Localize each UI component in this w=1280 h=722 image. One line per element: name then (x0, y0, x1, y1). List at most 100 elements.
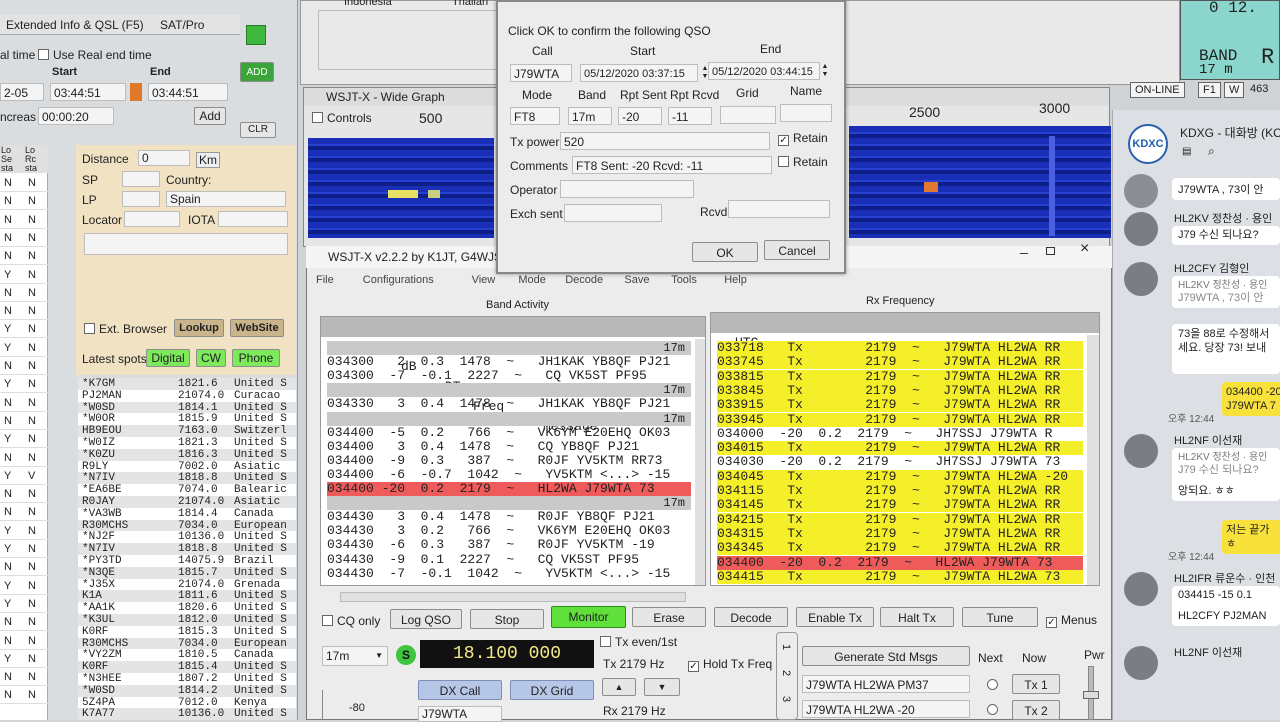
start-time-field[interactable]: 03:44:51 (50, 83, 126, 101)
band-scrollbar[interactable] (695, 339, 705, 585)
rx-scrollbar[interactable] (1087, 335, 1099, 585)
status-row[interactable]: NN (0, 303, 48, 321)
tab-3[interactable]: 3 (780, 696, 792, 702)
rx-decode-row[interactable]: 034400 -20 0.2 2179 ~ HL2WA J79WTA 73 (717, 555, 1083, 570)
rx-decode-row[interactable]: 034215 Tx 2179 ~ J79WTA HL2WA RR (717, 512, 1083, 527)
status-row[interactable]: NN (0, 450, 48, 467)
minimize-icon[interactable]: _ (1020, 238, 1028, 254)
spot-row[interactable]: *PY3TD 14075.9 Brazil (78, 555, 296, 567)
spot-row[interactable]: K7A77 10136.0 United S (78, 708, 296, 720)
menu-help[interactable]: Help (724, 274, 747, 286)
spot-row[interactable]: K0RF 1815.3 United S (78, 625, 296, 638)
band-field[interactable]: 17m (568, 107, 612, 125)
menu-decode[interactable]: Decode (565, 274, 603, 286)
decode-row[interactable]: 034400 -9 0.3 387 ~ R0JF YV5KTM RR73 (327, 454, 691, 468)
status-row[interactable]: YN (0, 376, 48, 394)
status-row[interactable]: YN (0, 651, 48, 668)
add-green-button[interactable]: ADD (240, 62, 274, 82)
status-row[interactable]: NN (0, 669, 48, 687)
status-row[interactable]: NN (0, 687, 48, 705)
menu-tools[interactable]: Tools (671, 274, 697, 286)
ext-browser-checkbox[interactable] (84, 323, 95, 334)
tab-sat-pro[interactable]: SAT/Pro (160, 18, 204, 32)
comments-field[interactable]: FT8 Sent: -20 Rcvd: -11 (572, 156, 772, 174)
tab-1[interactable]: 1 (780, 644, 792, 650)
spot-row[interactable]: *K7GM 1821.6 United S (78, 378, 296, 390)
decode-row[interactable]: 034400 -20 0.2 2179 ~ HL2WA J79WTA 73 (327, 482, 691, 496)
menu-configurations[interactable]: Configurations (363, 274, 434, 286)
menus-checkbox[interactable] (1046, 617, 1057, 628)
decode-row[interactable]: 034400 3 0.4 1478 ~ CQ YB8QF PJ21 (327, 440, 691, 454)
spot-row[interactable]: *NJ2F 10136.0 United S (78, 531, 296, 544)
retain-comments-label[interactable]: Retain (778, 155, 828, 169)
rcvd-field[interactable] (728, 200, 830, 218)
spot-row[interactable]: K1A 1811.6 United S (78, 590, 296, 603)
maximize-icon[interactable] (1046, 247, 1055, 255)
band-select[interactable]: 17m ▼ (322, 646, 388, 666)
rx-decode-row[interactable]: 034315 Tx 2179 ~ J79WTA HL2WA RR (717, 526, 1083, 541)
end-time-field[interactable]: 03:44:51 (148, 83, 228, 101)
tx1-button[interactable]: Tx 1 (1012, 674, 1060, 694)
tx2-message[interactable]: J79WTA HL2WA -20 (802, 700, 970, 718)
rx-decode-row[interactable]: 033845 Tx 2179 ~ J79WTA HL2WA RR (717, 383, 1083, 398)
decode-row[interactable]: 034400 -6 -0.7 1042 ~ YV5KTM <...> -15 (327, 468, 691, 482)
spot-row[interactable]: *W0IZ 1821.3 United S (78, 437, 296, 449)
tx2-button[interactable]: Tx 2 (1012, 700, 1060, 720)
call-field[interactable]: J79WTA (510, 64, 572, 82)
rx-decode-row[interactable]: 034045 Tx 2179 ~ J79WTA HL2WA -20 (717, 469, 1083, 484)
cq-only-label[interactable]: CQ only (322, 614, 380, 628)
status-row[interactable]: NN (0, 486, 48, 504)
use-real-end-checkbox[interactable] (38, 49, 49, 60)
spot-row[interactable]: *W0SD 1814.2 United S (78, 684, 296, 697)
menu-view[interactable]: View (472, 274, 496, 286)
decode-row[interactable]: 034300 -7 -0.1 2227 ~ CQ VK5ST PF95 (327, 369, 691, 383)
sp-field[interactable] (122, 171, 160, 187)
rx-decode-row[interactable]: 034415 Tx 2179 ~ J79WTA HL2WA 73 (717, 569, 1083, 584)
spot-row[interactable]: R30MCHS 7034.0 European (78, 519, 296, 532)
locator-field[interactable] (124, 211, 180, 227)
ext-browser-label[interactable]: Ext. Browser (84, 322, 167, 336)
pwr-slider-handle[interactable] (1083, 691, 1099, 699)
notes-field[interactable] (84, 233, 288, 255)
erase-button[interactable]: Erase (632, 607, 706, 627)
rx-hz-field[interactable]: Rx 2179 Hz (600, 702, 696, 720)
status-row[interactable]: NN (0, 633, 48, 650)
rpt-sent-field[interactable]: -20 (618, 107, 662, 125)
tx-hz-field[interactable]: Tx 2179 Hz (600, 655, 680, 673)
use-real-end-label[interactable]: Use Real end time (38, 48, 152, 62)
status-row[interactable]: NN (0, 614, 48, 632)
spot-row[interactable]: *J35X 21074.0 Grenada (78, 578, 296, 591)
retain-power-label[interactable]: Retain (778, 131, 828, 146)
spot-row[interactable]: R0JAY 21074.0 Asiatic (78, 496, 296, 508)
status-row[interactable]: YV (0, 468, 48, 485)
arrow-up-button[interactable]: ▲ (602, 678, 636, 696)
status-row[interactable]: NN (0, 413, 48, 430)
menu-save[interactable]: Save (624, 274, 649, 286)
cq-only-checkbox[interactable] (322, 615, 333, 626)
status-row[interactable]: YN (0, 321, 48, 339)
halt-tx-button[interactable]: Halt Tx (880, 607, 954, 627)
search-icon[interactable]: ⌕ (1208, 144, 1215, 159)
spot-row[interactable]: *K3UL 1812.0 United S (78, 614, 296, 626)
status-row[interactable]: NN (0, 230, 48, 247)
lookup-button[interactable]: Lookup (174, 319, 224, 337)
controls-label[interactable]: Controls (312, 111, 372, 125)
rx-decode-row[interactable]: 034030 -20 0.2 2179 ~ JH7SSJ J79WTA 73 (717, 455, 1083, 470)
tab-extended-info[interactable]: Extended Info & QSL (F5) (6, 18, 144, 32)
decode-row[interactable]: 034400 -5 0.2 766 ~ VK6YM E20EHQ OK03 (327, 426, 691, 440)
enable-tx-button[interactable]: Enable Tx (796, 607, 874, 627)
increase-field[interactable]: 00:00:20 (38, 107, 114, 125)
rx-decode-row[interactable]: 033815 Tx 2179 ~ J79WTA HL2WA RR (717, 369, 1083, 384)
status-row[interactable]: NN (0, 175, 48, 192)
spot-row[interactable]: 5Z4PA 7012.0 Kenya (78, 696, 296, 709)
end-spinner[interactable]: ▲ ▼ (820, 63, 830, 79)
spot-row[interactable]: *N7IV 1818.8 United S (78, 472, 296, 485)
hold-tx-checkbox[interactable] (688, 661, 699, 672)
rx-decode-row[interactable]: 034345 Tx 2179 ~ J79WTA HL2WA RR (717, 541, 1083, 556)
status-row[interactable]: NN (0, 193, 48, 211)
iota-field[interactable] (218, 211, 288, 227)
tx-even-label[interactable]: Tx even/1st (600, 635, 677, 649)
menu-mode[interactable]: Mode (518, 274, 546, 286)
menu-file[interactable]: File (316, 274, 334, 286)
clr-button[interactable]: CLR (240, 122, 276, 138)
